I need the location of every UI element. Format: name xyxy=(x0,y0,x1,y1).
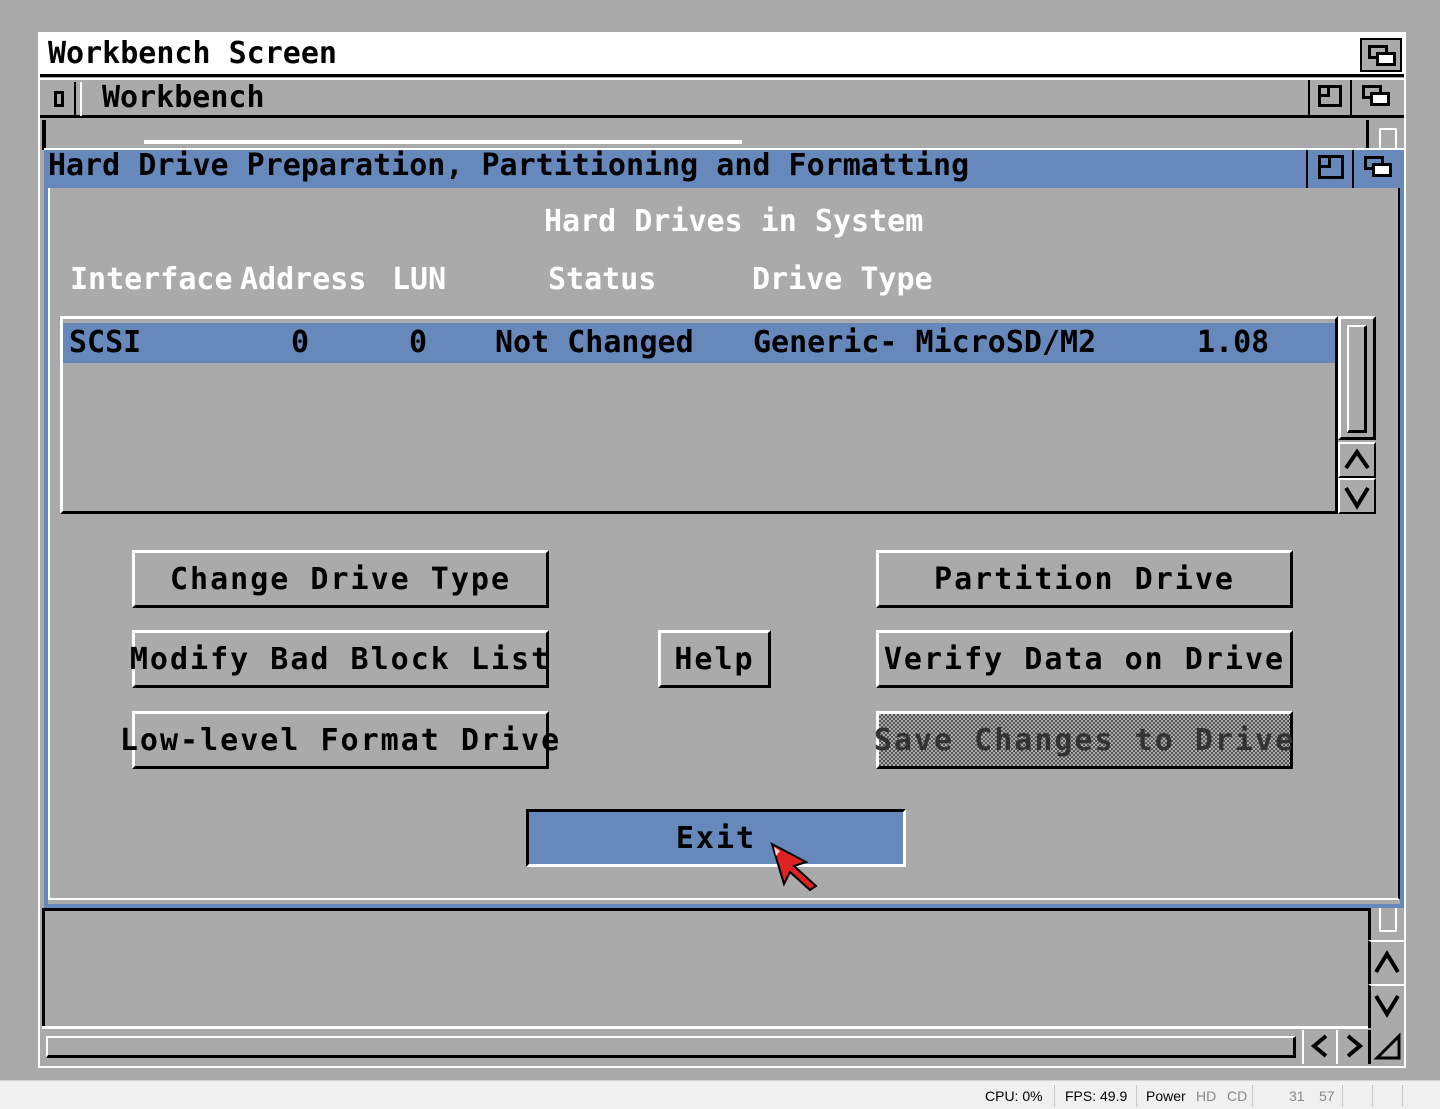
screen-title-bar[interactable]: Workbench Screen xyxy=(40,34,1404,74)
workbench-hscroll[interactable] xyxy=(42,1030,1306,1064)
hdtool-title-bar[interactable]: Hard Drive Preparation, Partitioning and… xyxy=(44,148,1404,188)
zoom-gadget-icon[interactable] xyxy=(1306,150,1354,188)
drives-heading: Hard Drives in System xyxy=(544,204,924,239)
arrow-down-icon[interactable] xyxy=(1368,984,1404,1028)
exit-button[interactable]: Exit xyxy=(526,809,906,867)
verify-data-button[interactable]: Verify Data on Drive xyxy=(876,630,1293,688)
cpu-indicator: CPU: 0% xyxy=(985,1088,1043,1104)
depth-gadget-icon[interactable] xyxy=(1358,150,1404,188)
workbench-title-bar[interactable]: Workbench xyxy=(40,78,1404,118)
zoom-gadget-icon[interactable] xyxy=(1308,80,1352,116)
close-gadget-icon[interactable] xyxy=(44,82,76,116)
cell-revision: 1.08 xyxy=(1197,325,1270,360)
screen-title: Workbench Screen xyxy=(48,36,337,71)
arrow-up-icon[interactable] xyxy=(1338,442,1376,478)
arrow-right-icon[interactable] xyxy=(1336,1030,1368,1064)
workbench-vscroll[interactable] xyxy=(1368,908,1404,940)
arrow-left-icon[interactable] xyxy=(1302,1030,1336,1064)
emulator-status-bar: CPU: 0% FPS: 49.9 Power HD CD 31 57 xyxy=(0,1080,1440,1109)
arrow-up-icon[interactable] xyxy=(1368,940,1404,984)
col-status: Status xyxy=(548,262,657,297)
table-row[interactable]: SCSI 0 0 Not Changed Generic- MicroSD/M2… xyxy=(63,323,1335,363)
hd-indicator: HD xyxy=(1196,1088,1217,1104)
cell-lun: 0 xyxy=(409,325,428,360)
col-lun: LUN xyxy=(392,262,447,297)
workbench-content-area xyxy=(42,908,1368,1028)
col-interface: Interface xyxy=(70,262,233,297)
col-drive-type: Drive Type xyxy=(752,262,933,297)
help-button[interactable]: Help xyxy=(658,630,771,688)
track-indicator-1: 31 xyxy=(1289,1088,1305,1104)
cell-interface: SCSI xyxy=(69,325,142,360)
depth-gadget-icon[interactable] xyxy=(1360,38,1402,72)
list-scrollbar[interactable] xyxy=(1338,316,1376,440)
save-changes-button: Save Changes to Drive xyxy=(874,711,1293,769)
low-level-format-button[interactable]: Low-level Format Drive xyxy=(120,711,559,769)
fps-indicator: FPS: 49.9 xyxy=(1065,1088,1128,1104)
partition-drive-button[interactable]: Partition Drive xyxy=(876,550,1293,608)
power-indicator: Power xyxy=(1146,1088,1186,1104)
arrow-down-icon[interactable] xyxy=(1338,478,1376,514)
hscroll-knob[interactable] xyxy=(46,1036,1296,1058)
hdtool-title: Hard Drive Preparation, Partitioning and… xyxy=(48,148,970,183)
depth-gadget-icon[interactable] xyxy=(1356,80,1402,116)
cell-address: 0 xyxy=(291,325,310,360)
workbench-title: Workbench xyxy=(102,80,265,115)
track-indicator-2: 57 xyxy=(1319,1088,1335,1104)
cd-indicator: CD xyxy=(1227,1088,1248,1104)
resize-icon[interactable] xyxy=(1368,1030,1404,1064)
cell-status: Not Changed xyxy=(495,325,694,360)
mouse-pointer-icon xyxy=(770,842,818,892)
change-drive-type-button[interactable]: Change Drive Type xyxy=(132,550,549,608)
scroll-knob[interactable] xyxy=(1347,325,1367,433)
cell-drive-type: Generic- MicroSD/M2 xyxy=(753,325,1097,360)
col-address: Address xyxy=(240,262,367,297)
screen-title-divider xyxy=(40,74,1404,77)
modify-bad-block-list-button[interactable]: Modify Bad Block List xyxy=(130,630,549,688)
emulator-root: { "screen": { "title": "Workbench Screen… xyxy=(0,0,1440,1109)
workbench-scrollbar-top[interactable] xyxy=(1366,120,1402,150)
drive-list[interactable]: SCSI 0 0 Not Changed Generic- MicroSD/M2… xyxy=(60,316,1338,514)
